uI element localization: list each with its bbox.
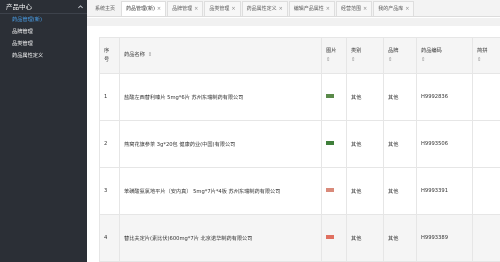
cell-image	[321, 73, 347, 121]
sidebar-header[interactable]: 产品中心	[0, 0, 87, 14]
close-icon[interactable]: ×	[405, 6, 409, 12]
sidebar-title: 产品中心	[6, 2, 32, 11]
close-icon[interactable]: ×	[231, 6, 235, 12]
close-icon[interactable]: ×	[326, 6, 330, 12]
column-header-seq: 序 号	[99, 37, 120, 74]
cell-image	[321, 120, 347, 168]
cell-code: H9992836	[416, 73, 473, 121]
cell-brand: 其他	[383, 73, 417, 121]
toolbar-strip	[87, 18, 500, 26]
header-label: 品牌	[388, 47, 399, 54]
product-thumbnail[interactable]	[326, 94, 334, 98]
cell-extra	[472, 214, 500, 262]
drug-table: 序 号 药品名称 ⇕ 图片 ⇕ 类别 ⇕ 品牌 ⇕ 药品编码 ⇕ 简拼 ⇕ 1 …	[99, 37, 500, 262]
sort-icon[interactable]: ⇕	[421, 56, 468, 65]
chevron-up-icon[interactable]	[77, 3, 84, 10]
tab-business-scope[interactable]: 经营范围 ×	[336, 1, 373, 16]
header-label: 药品名称	[124, 52, 145, 58]
header-label: 简拼	[477, 47, 488, 54]
table-row[interactable]: 4 替比夫定片(素比伏)600mg*7片 北京诺华制药有限公司 其他 其他 H9…	[99, 214, 500, 262]
header-label: 图片	[326, 47, 337, 54]
header-label: 药品编码	[421, 47, 442, 54]
cell-name: 燕窝花旗参茶 3g*20包 健康药业(中国)有限公司	[119, 120, 322, 168]
cell-category: 其他	[346, 214, 384, 262]
sort-icon[interactable]: ⇕	[351, 56, 379, 65]
sort-icon[interactable]: ⇕	[477, 56, 497, 65]
tab-category-management[interactable]: 品类管理 ×	[204, 1, 241, 16]
table-row[interactable]: 3 苯磺酸氨氯地平片（安内真） 5mg*7片*4板 苏州东瑞制药有限公司 其他 …	[99, 167, 500, 215]
sidebar-item-drug-management[interactable]: 药品管理(新)	[0, 14, 87, 26]
cell-seq: 4	[99, 214, 120, 262]
sidebar-item-attribute-definition[interactable]: 药品属性定义	[0, 50, 87, 62]
tab-drug-management[interactable]: 药品管理(新) ×	[121, 1, 167, 16]
table-header-row: 序 号 药品名称 ⇕ 图片 ⇕ 类别 ⇕ 品牌 ⇕ 药品编码 ⇕ 简拼 ⇕	[99, 37, 500, 74]
column-header-name[interactable]: 药品名称 ⇕	[119, 37, 322, 74]
tab-edit-product-attributes[interactable]: 编辑产品属性 ×	[288, 1, 335, 16]
header-label: 号	[104, 56, 110, 63]
header-label: 序	[104, 47, 110, 54]
tab-label: 药品属性定义	[246, 6, 277, 12]
cell-brand: 其他	[383, 167, 417, 215]
app-window: 产品中心 药品管理(新) 品牌管理 品类管理 药品属性定义 系统主页 药品管理(…	[0, 0, 500, 262]
header-label: 类别	[351, 47, 362, 54]
cell-extra	[472, 73, 500, 121]
product-thumbnail[interactable]	[326, 141, 334, 145]
cell-extra	[472, 167, 500, 215]
tab-bar: 系统主页 药品管理(新) × 品牌管理 × 品类管理 × 药品属性定义 × 编辑产品属性…	[87, 0, 500, 17]
table-row[interactable]: 1 盐酸左西替利嗪片 5mg*6片 苏州东瑞制药有限公司 其他 其他 H9992…	[99, 73, 500, 121]
tab-label: 品类管理	[209, 6, 230, 12]
main-content: 序 号 药品名称 ⇕ 图片 ⇕ 类别 ⇕ 品牌 ⇕ 药品编码 ⇕ 简拼 ⇕ 1 …	[99, 37, 500, 262]
tab-label: 编辑产品属性	[293, 6, 324, 12]
tab-label: 系统主页	[95, 6, 116, 12]
tab-label: 经营范围	[341, 6, 362, 12]
cell-seq: 2	[99, 120, 120, 168]
column-header-extra[interactable]: 简拼 ⇕	[472, 37, 500, 74]
tab-label: 药品管理(新)	[126, 6, 155, 12]
table-row[interactable]: 2 燕窝花旗参茶 3g*20包 健康药业(中国)有限公司 其他 其他 H9993…	[99, 120, 500, 168]
sort-icon[interactable]: ⇕	[388, 56, 412, 65]
column-header-brand[interactable]: 品牌 ⇕	[383, 37, 417, 74]
cell-brand: 其他	[383, 214, 417, 262]
cell-seq: 1	[99, 73, 120, 121]
tab-label: 我的产品库	[378, 6, 404, 12]
cell-name: 替比夫定片(素比伏)600mg*7片 北京诺华制药有限公司	[119, 214, 322, 262]
close-icon[interactable]: ×	[279, 6, 283, 12]
sidebar: 产品中心 药品管理(新) 品牌管理 品类管理 药品属性定义	[0, 0, 87, 262]
tab-brand-management[interactable]: 品牌管理 ×	[167, 1, 204, 16]
cell-name: 苯磺酸氨氯地平片（安内真） 5mg*7片*4板 苏州东瑞制药有限公司	[119, 167, 322, 215]
cell-category: 其他	[346, 120, 384, 168]
cell-image	[321, 214, 347, 262]
column-header-category[interactable]: 类别 ⇕	[346, 37, 384, 74]
cell-code: H9993389	[416, 214, 473, 262]
product-thumbnail[interactable]	[326, 188, 334, 192]
product-thumbnail[interactable]	[326, 235, 334, 239]
cell-seq: 3	[99, 167, 120, 215]
cell-code: H9993391	[416, 167, 473, 215]
cell-extra	[472, 120, 500, 168]
cell-code: H9993506	[416, 120, 473, 168]
sidebar-item-category-management[interactable]: 品类管理	[0, 38, 87, 50]
close-icon[interactable]: ×	[157, 6, 161, 12]
sort-icon[interactable]: ⇕	[326, 56, 342, 65]
tab-label: 品牌管理	[172, 6, 193, 12]
tab-attribute-definition[interactable]: 药品属性定义 ×	[241, 1, 288, 16]
column-header-image[interactable]: 图片 ⇕	[321, 37, 347, 74]
close-icon[interactable]: ×	[363, 6, 367, 12]
tab-my-product-library[interactable]: 我的产品库 ×	[373, 1, 415, 16]
cell-category: 其他	[346, 167, 384, 215]
close-icon[interactable]: ×	[194, 6, 198, 12]
sidebar-item-brand-management[interactable]: 品牌管理	[0, 26, 87, 38]
tab-home[interactable]: 系统主页	[90, 1, 120, 16]
cell-brand: 其他	[383, 120, 417, 168]
cell-name: 盐酸左西替利嗪片 5mg*6片 苏州东瑞制药有限公司	[119, 73, 322, 121]
sort-icon[interactable]: ⇕	[148, 52, 152, 58]
cell-category: 其他	[346, 73, 384, 121]
column-header-code[interactable]: 药品编码 ⇕	[416, 37, 473, 74]
cell-image	[321, 167, 347, 215]
